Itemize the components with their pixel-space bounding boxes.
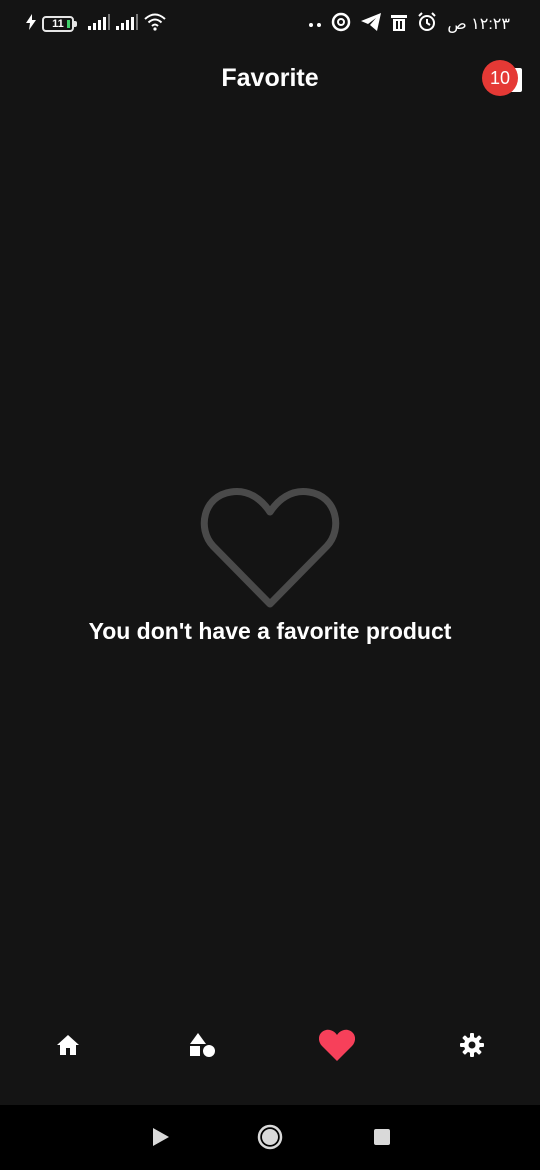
home-icon[interactable]	[57, 1034, 79, 1060]
status-left-group: 11	[26, 12, 166, 36]
status-right-group: ١٢:٢٣ ص	[309, 11, 510, 37]
empty-favorites-state: You don't have a favorite product	[0, 484, 540, 645]
status-bar: 11 ١٢:٢٣ ص	[0, 0, 540, 48]
signal-icon	[116, 13, 138, 35]
system-home-button[interactable]	[256, 1124, 284, 1155]
settings-icon[interactable]	[460, 1032, 484, 1062]
empty-state-message: You don't have a favorite product	[88, 618, 452, 644]
favorite-screen: 11 ١٢:٢٣ ص Favorite 10 You don't have a …	[0, 0, 540, 1170]
heart-outline-icon	[200, 488, 340, 608]
categories-icon[interactable]	[190, 1032, 216, 1062]
signal-icon	[88, 13, 110, 35]
system-navigation-bar	[0, 1105, 540, 1170]
trash-icon	[391, 13, 408, 36]
nav-item-home[interactable]	[48, 1030, 88, 1064]
system-recents-button[interactable]	[368, 1125, 396, 1153]
page-title: Favorite	[221, 64, 319, 92]
wifi-icon	[144, 13, 166, 36]
recents-square-icon[interactable]	[373, 1128, 391, 1151]
battery-icon: 11	[42, 16, 77, 32]
charging-bolt-icon	[26, 13, 36, 35]
status-time: ١٢:٢٣ ص	[447, 16, 510, 33]
telegram-icon	[361, 12, 382, 36]
home-circle-icon[interactable]	[257, 1124, 283, 1155]
more-dots-icon	[309, 15, 322, 33]
video-button[interactable]: 10	[482, 60, 522, 96]
heart-icon[interactable]	[318, 1029, 356, 1066]
nav-item-favorite[interactable]	[317, 1029, 357, 1066]
notification-badge: 10	[482, 60, 518, 96]
nav-item-categories[interactable]	[183, 1030, 223, 1064]
battery-level: 11	[52, 17, 64, 30]
app-bar: Favorite 10	[0, 48, 540, 112]
bottom-navigation	[0, 1010, 540, 1080]
at-sign-icon	[331, 12, 351, 37]
back-triangle-icon[interactable]	[151, 1127, 169, 1151]
nav-item-settings[interactable]	[452, 1030, 492, 1064]
system-back-button[interactable]	[146, 1125, 174, 1153]
alarm-icon	[417, 11, 437, 37]
